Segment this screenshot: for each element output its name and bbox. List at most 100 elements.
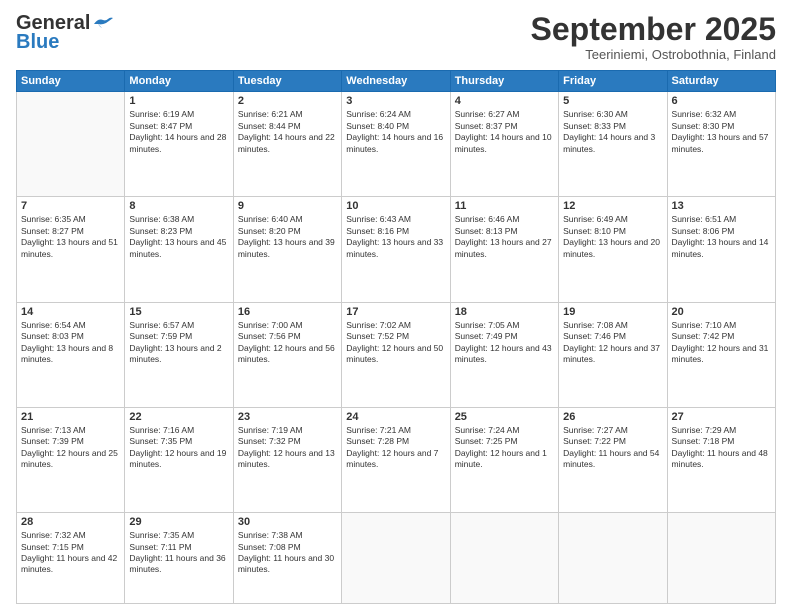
cell-details: Sunrise: 7:21 AMSunset: 7:28 PMDaylight:…	[346, 425, 445, 471]
day-number: 11	[455, 200, 554, 212]
calendar-cell: 14 Sunrise: 6:54 AMSunset: 8:03 PMDayligh…	[17, 302, 125, 407]
calendar-cell: 17Sunrise: 7:02 AMSunset: 7:52 PMDayligh…	[342, 302, 450, 407]
week-row-5: 28Sunrise: 7:32 AMSunset: 7:15 PMDayligh…	[17, 513, 776, 604]
day-number: 9	[238, 200, 337, 212]
day-number: 29	[129, 516, 228, 528]
cell-details: Sunrise: 6:46 AMSunset: 8:13 PMDaylight:…	[455, 214, 554, 260]
cell-details: Sunrise: 6:54 AMSunset: 8:03 PMDaylight:…	[21, 320, 120, 366]
cell-details: Sunrise: 7:10 AMSunset: 7:42 PMDaylight:…	[672, 320, 771, 366]
day-number: 12	[563, 200, 662, 212]
logo: General Blue	[16, 12, 114, 54]
calendar-cell: 22 Sunrise: 7:16 AMSunset: 7:35 PMDayligh…	[125, 407, 233, 512]
cell-details: Sunrise: 7:38 AMSunset: 7:08 PMDaylight:…	[238, 530, 337, 576]
cell-details: Sunrise: 6:51 AMSunset: 8:06 PMDaylight:…	[672, 214, 771, 260]
cell-details: Sunrise: 7:16 AMSunset: 7:35 PMDaylight:…	[129, 425, 228, 471]
day-number: 5	[563, 95, 662, 107]
cell-details: Sunrise: 7:00 AMSunset: 7:56 PMDaylight:…	[238, 320, 337, 366]
calendar-cell: 16 Sunrise: 7:00 AMSunset: 7:56 PMDayligh…	[233, 302, 341, 407]
cell-details: Sunrise: 7:05 AMSunset: 7:49 PMDaylight:…	[455, 320, 554, 366]
month-title: September 2025	[531, 12, 776, 47]
cell-details: Sunrise: 6:35 AMSunset: 8:27 PMDaylight:…	[21, 214, 120, 260]
calendar-cell: 11 Sunrise: 6:46 AMSunset: 8:13 PMDayligh…	[450, 197, 558, 302]
cell-details: Sunrise: 6:43 AMSunset: 8:16 PMDaylight:…	[346, 214, 445, 260]
weekday-header-thursday: Thursday	[450, 71, 558, 92]
calendar-cell: 5 Sunrise: 6:30 AMSunset: 8:33 PMDaylight…	[559, 92, 667, 197]
cell-details: Sunrise: 6:32 AMSunset: 8:30 PMDaylight:…	[672, 109, 771, 155]
day-number: 22	[129, 411, 228, 423]
calendar-cell: 4Sunrise: 6:27 AMSunset: 8:37 PMDaylight…	[450, 92, 558, 197]
calendar-cell: 10Sunrise: 6:43 AMSunset: 8:16 PMDayligh…	[342, 197, 450, 302]
cell-details: Sunrise: 6:49 AMSunset: 8:10 PMDaylight:…	[563, 214, 662, 260]
calendar-cell: 24 Sunrise: 7:21 AMSunset: 7:28 PMDayligh…	[342, 407, 450, 512]
day-number: 3	[346, 95, 445, 107]
cell-details: Sunrise: 6:24 AMSunset: 8:40 PMDaylight:…	[346, 109, 445, 155]
day-number: 21	[21, 411, 120, 423]
day-number: 4	[455, 95, 554, 107]
calendar-cell	[342, 513, 450, 604]
day-number: 18	[455, 306, 554, 318]
cell-details: Sunrise: 7:35 AMSunset: 7:11 PMDaylight:…	[129, 530, 228, 576]
day-number: 7	[21, 200, 120, 212]
cell-details: Sunrise: 6:57 AMSunset: 7:59 PMDaylight:…	[129, 320, 228, 366]
logo-bird-icon	[92, 16, 114, 32]
day-number: 24	[346, 411, 445, 423]
day-number: 27	[672, 411, 771, 423]
calendar-cell: 7 Sunrise: 6:35 AMSunset: 8:27 PMDaylight…	[17, 197, 125, 302]
page: General Blue September 2025 Teeriniemi, …	[0, 0, 792, 612]
calendar-cell: 19 Sunrise: 7:08 AMSunset: 7:46 PMDayligh…	[559, 302, 667, 407]
title-area: September 2025 Teeriniemi, Ostrobothnia,…	[531, 12, 776, 62]
calendar-cell: 23 Sunrise: 7:19 AMSunset: 7:32 PMDayligh…	[233, 407, 341, 512]
calendar-cell	[17, 92, 125, 197]
calendar-cell	[667, 513, 775, 604]
day-number: 19	[563, 306, 662, 318]
calendar-cell	[559, 513, 667, 604]
calendar-cell: 25 Sunrise: 7:24 AMSunset: 7:25 PMDayligh…	[450, 407, 558, 512]
day-number: 13	[672, 200, 771, 212]
calendar-cell: 30Sunrise: 7:38 AMSunset: 7:08 PMDayligh…	[233, 513, 341, 604]
week-row-3: 14 Sunrise: 6:54 AMSunset: 8:03 PMDayligh…	[17, 302, 776, 407]
week-row-2: 7 Sunrise: 6:35 AMSunset: 8:27 PMDaylight…	[17, 197, 776, 302]
cell-details: Sunrise: 7:29 AMSunset: 7:18 PMDaylight:…	[672, 425, 771, 471]
day-number: 2	[238, 95, 337, 107]
day-number: 20	[672, 306, 771, 318]
calendar-cell: 6 Sunrise: 6:32 AMSunset: 8:30 PMDaylight…	[667, 92, 775, 197]
calendar-cell: 18 Sunrise: 7:05 AMSunset: 7:49 PMDayligh…	[450, 302, 558, 407]
header: General Blue September 2025 Teeriniemi, …	[16, 12, 776, 62]
day-number: 8	[129, 200, 228, 212]
cell-details: Sunrise: 6:40 AMSunset: 8:20 PMDaylight:…	[238, 214, 337, 260]
day-number: 14	[21, 306, 120, 318]
week-row-4: 21Sunrise: 7:13 AMSunset: 7:39 PMDayligh…	[17, 407, 776, 512]
cell-details: Sunrise: 6:21 AMSunset: 8:44 PMDaylight:…	[238, 109, 337, 155]
calendar-cell: 29 Sunrise: 7:35 AMSunset: 7:11 PMDayligh…	[125, 513, 233, 604]
location: Teeriniemi, Ostrobothnia, Finland	[531, 47, 776, 62]
day-number: 1	[129, 95, 228, 107]
weekday-header-wednesday: Wednesday	[342, 71, 450, 92]
weekday-header-sunday: Sunday	[17, 71, 125, 92]
day-number: 23	[238, 411, 337, 423]
logo-blue: Blue	[16, 31, 59, 54]
calendar: SundayMondayTuesdayWednesdayThursdayFrid…	[16, 70, 776, 604]
cell-details: Sunrise: 6:38 AMSunset: 8:23 PMDaylight:…	[129, 214, 228, 260]
calendar-cell: 26Sunrise: 7:27 AMSunset: 7:22 PMDayligh…	[559, 407, 667, 512]
calendar-cell: 2 Sunrise: 6:21 AMSunset: 8:44 PMDaylight…	[233, 92, 341, 197]
cell-details: Sunrise: 7:24 AMSunset: 7:25 PMDaylight:…	[455, 425, 554, 471]
calendar-cell: 27 Sunrise: 7:29 AMSunset: 7:18 PMDayligh…	[667, 407, 775, 512]
weekday-header-tuesday: Tuesday	[233, 71, 341, 92]
day-number: 6	[672, 95, 771, 107]
cell-details: Sunrise: 7:19 AMSunset: 7:32 PMDaylight:…	[238, 425, 337, 471]
day-number: 15	[129, 306, 228, 318]
calendar-cell: 28Sunrise: 7:32 AMSunset: 7:15 PMDayligh…	[17, 513, 125, 604]
calendar-cell	[450, 513, 558, 604]
day-number: 16	[238, 306, 337, 318]
day-number: 17	[346, 306, 445, 318]
cell-details: Sunrise: 6:30 AMSunset: 8:33 PMDaylight:…	[563, 109, 662, 155]
cell-details: Sunrise: 7:08 AMSunset: 7:46 PMDaylight:…	[563, 320, 662, 366]
calendar-cell: 3 Sunrise: 6:24 AMSunset: 8:40 PMDaylight…	[342, 92, 450, 197]
calendar-cell: 1 Sunrise: 6:19 AMSunset: 8:47 PMDaylight…	[125, 92, 233, 197]
week-row-1: 1 Sunrise: 6:19 AMSunset: 8:47 PMDaylight…	[17, 92, 776, 197]
cell-details: Sunrise: 6:19 AMSunset: 8:47 PMDaylight:…	[129, 109, 228, 155]
calendar-cell: 20 Sunrise: 7:10 AMSunset: 7:42 PMDayligh…	[667, 302, 775, 407]
day-number: 25	[455, 411, 554, 423]
calendar-cell: 9 Sunrise: 6:40 AMSunset: 8:20 PMDaylight…	[233, 197, 341, 302]
day-number: 28	[21, 516, 120, 528]
